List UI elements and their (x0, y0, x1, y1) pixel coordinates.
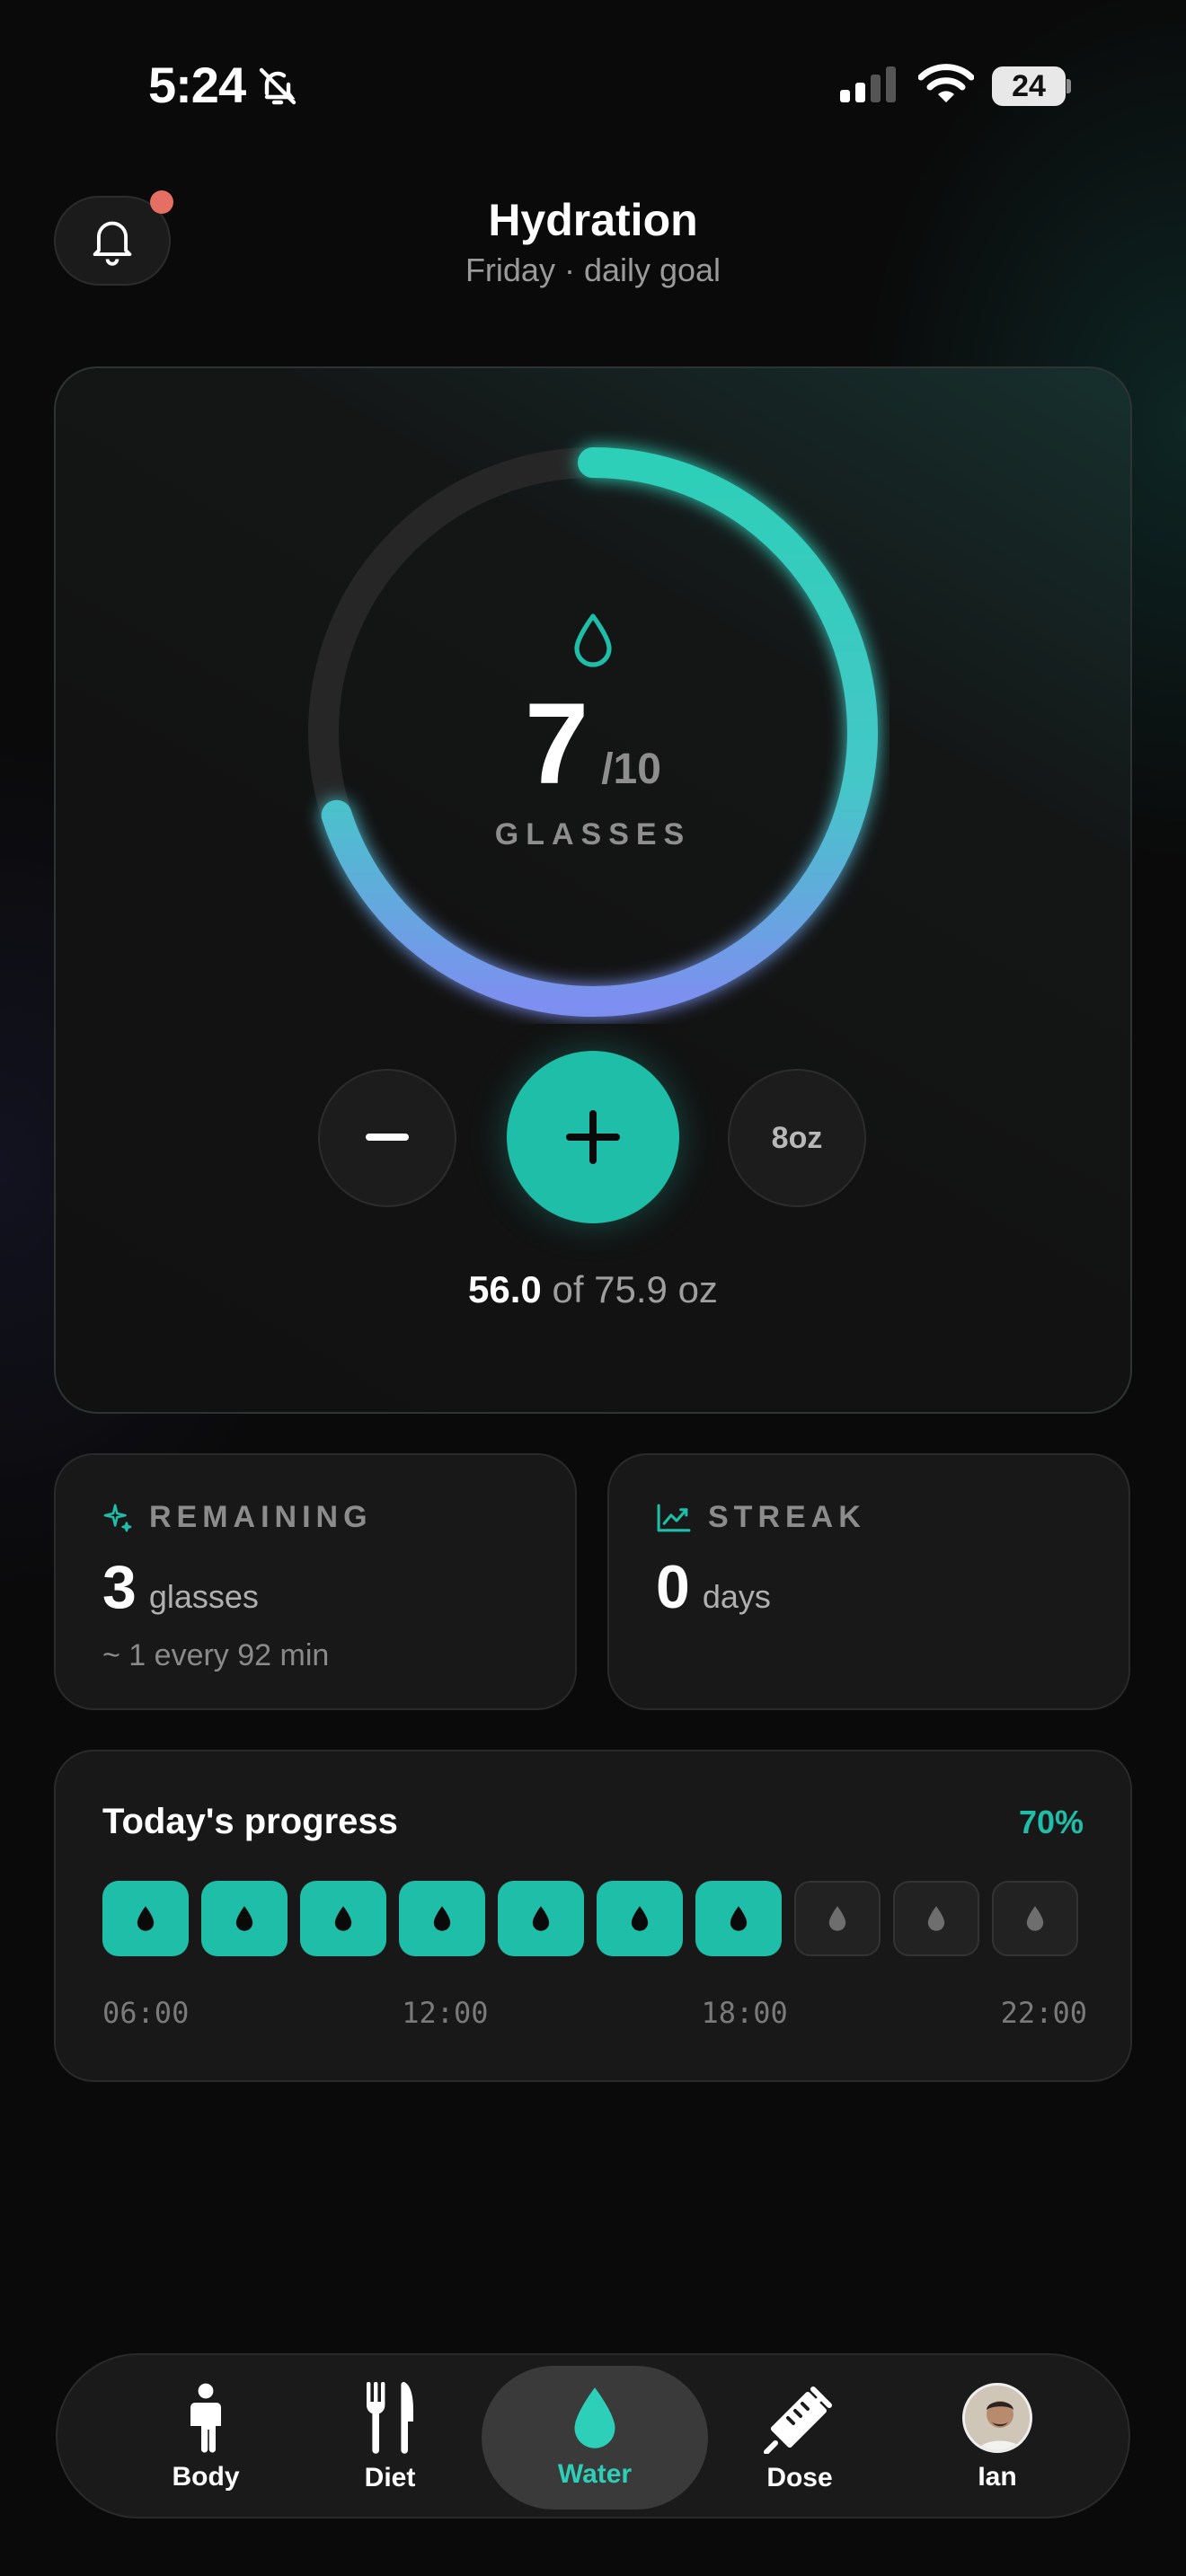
ounces-summary: 56.0 of 75.9 oz (0, 1268, 1186, 1311)
ounces-goal: of 75.9 oz (552, 1268, 718, 1310)
wifi-icon (917, 63, 975, 109)
water-drop-icon (235, 1906, 253, 1931)
water-drop-icon (1026, 1906, 1044, 1931)
person-icon (190, 2383, 221, 2453)
time-tick: 22:00 (1000, 1996, 1087, 2030)
water-drop-icon (532, 1906, 550, 1931)
streak-label: STREAK (708, 1500, 866, 1534)
syringe-icon (764, 2386, 832, 2454)
glass-tile-filled (201, 1881, 288, 1956)
water-drop-icon (334, 1906, 352, 1931)
trend-chart-icon (657, 1504, 691, 1531)
glass-tile-empty (893, 1881, 979, 1956)
page-subtitle: Friday · daily goal (465, 251, 721, 288)
glass-tile-filled (300, 1881, 386, 1956)
tab-profile[interactable]: Ian (894, 2355, 1101, 2520)
silent-mode-icon (256, 65, 299, 112)
tab-label: Water (557, 2459, 633, 2489)
avatar (962, 2383, 1032, 2453)
tab-bar: Body Diet Water Dose Ian (56, 2353, 1130, 2519)
time-axis: 06:00 12:00 18:00 22:00 (102, 1996, 1087, 2030)
remaining-note: ~ 1 every 92 min (102, 1638, 330, 1672)
streak-value: 0 (656, 1553, 690, 1621)
water-drop-icon (571, 611, 615, 673)
tab-label: Body (172, 2462, 240, 2492)
tab-label: Ian (978, 2462, 1017, 2492)
remaining-card: REMAINING 3 glasses ~ 1 every 92 min (54, 1453, 577, 1710)
streak-unit: days (702, 1578, 771, 1615)
glass-tile-filled (399, 1881, 485, 1956)
glass-tile-empty (794, 1881, 881, 1956)
page-title: Hydration (488, 195, 698, 245)
plus-icon (566, 1110, 620, 1164)
remaining-label: REMAINING (149, 1500, 373, 1534)
streak-card: STREAK 0 days (607, 1453, 1130, 1710)
battery-level: 24 (992, 66, 1066, 106)
time-tick: 18:00 (701, 1996, 788, 2030)
sparkle-icon (103, 1504, 132, 1531)
remaining-unit: glasses (148, 1578, 259, 1615)
water-drop-icon (828, 1906, 846, 1931)
remaining-value: 3 (102, 1553, 137, 1621)
ounces-consumed: 56.0 (468, 1268, 542, 1310)
glass-tile-empty (992, 1881, 1078, 1956)
glasses-consumed: 7 (525, 680, 589, 808)
water-drop-icon (574, 2387, 615, 2448)
remove-glass-button[interactable] (318, 1069, 456, 1207)
glass-tracker (102, 1881, 1078, 1956)
progress-percent: 70% (1018, 1804, 1084, 1840)
water-drop-icon (927, 1906, 945, 1931)
minus-icon (366, 1134, 409, 1141)
tab-water[interactable]: Water (482, 2366, 708, 2510)
progress-card: Today's progress 70% 06:00 12:00 18:00 2… (54, 1750, 1132, 2082)
battery-indicator: 24 (992, 66, 1071, 106)
time-tick: 06:00 (102, 1996, 190, 2030)
tab-diet[interactable]: Diet (287, 2355, 493, 2520)
glass-tile-filled (498, 1881, 584, 1956)
hydration-screen: 5:24 24 Hydration Friday · daily goal 7 … (0, 0, 1186, 2576)
tab-label: Diet (364, 2463, 416, 2492)
tab-body[interactable]: Body (102, 2355, 309, 2520)
cellular-signal-icon (840, 66, 899, 107)
glass-tile-filled (597, 1881, 683, 1956)
glass-tile-filled (102, 1881, 189, 1956)
glasses-goal: /10 (601, 745, 661, 793)
serving-size-button[interactable]: 8oz (728, 1069, 866, 1207)
glasses-label: GLASSES (494, 817, 692, 851)
tab-label: Dose (766, 2463, 833, 2492)
time-tick: 12:00 (402, 1996, 489, 2030)
tab-dose[interactable]: Dose (696, 2355, 903, 2520)
water-drop-icon (730, 1906, 748, 1931)
glass-count: 7 /10 (0, 687, 1186, 802)
status-time: 5:24 (148, 57, 246, 113)
glass-tile-filled (695, 1881, 782, 1956)
water-drop-icon (137, 1906, 155, 1931)
water-drop-icon (631, 1906, 649, 1931)
add-glass-button[interactable] (507, 1051, 679, 1223)
fork-knife-icon (367, 2382, 413, 2454)
water-drop-icon (433, 1906, 451, 1931)
progress-title: Today's progress (102, 1802, 398, 1841)
